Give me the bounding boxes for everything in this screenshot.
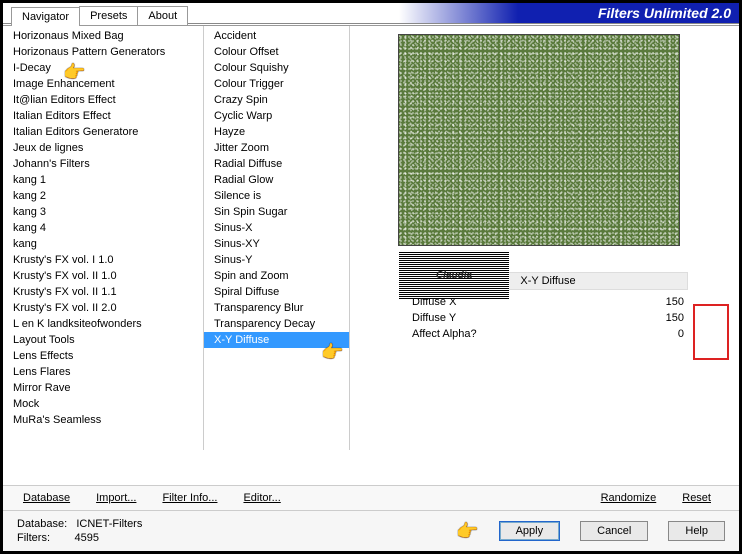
- list-item[interactable]: Accident: [204, 28, 349, 44]
- list-item[interactable]: Radial Glow: [204, 172, 349, 188]
- claudia-badge: Claudia: [399, 251, 509, 299]
- list-item[interactable]: Cyclic Warp: [204, 108, 349, 124]
- list-item[interactable]: Krusty's FX vol. II 2.0: [3, 300, 203, 316]
- list-item[interactable]: Spin and Zoom: [204, 268, 349, 284]
- db-value: ICNET-Filters: [76, 518, 142, 530]
- help-button[interactable]: Help: [668, 521, 725, 541]
- import-link[interactable]: Import...: [96, 492, 136, 504]
- list-item[interactable]: Jeux de lignes: [3, 140, 203, 156]
- preview-image: [398, 34, 680, 246]
- highlight-box: [693, 304, 729, 360]
- list-item[interactable]: kang 2: [3, 188, 203, 204]
- tab-navigator[interactable]: Navigator: [11, 7, 80, 26]
- filter-list[interactable]: AccidentColour OffsetColour SquishyColou…: [204, 26, 350, 450]
- toolbar-links: Database Import... Filter Info... Editor…: [3, 485, 739, 510]
- db-label: Database:: [17, 518, 67, 530]
- list-item[interactable]: Lens Effects: [3, 348, 203, 364]
- list-item[interactable]: Mock: [3, 396, 203, 412]
- list-item[interactable]: kang: [3, 236, 203, 252]
- main-content: Horizonaus Mixed BagHorizonaus Pattern G…: [3, 25, 739, 485]
- param-value: 0: [678, 328, 684, 340]
- category-list[interactable]: Horizonaus Mixed BagHorizonaus Pattern G…: [3, 26, 204, 450]
- list-item[interactable]: Sinus-XY: [204, 236, 349, 252]
- list-item[interactable]: Jitter Zoom: [204, 140, 349, 156]
- list-item[interactable]: Italian Editors Effect: [3, 108, 203, 124]
- list-item[interactable]: kang 3: [3, 204, 203, 220]
- list-item[interactable]: Image Enhancement: [3, 76, 203, 92]
- dialog-window: Filters Unlimited 2.0 Navigator Presets …: [3, 3, 739, 551]
- param-row[interactable]: Affect Alpha? 0: [408, 326, 688, 342]
- list-item[interactable]: Lens Flares: [3, 364, 203, 380]
- preview-noise: [399, 35, 679, 245]
- list-item[interactable]: Colour Trigger: [204, 76, 349, 92]
- list-item[interactable]: Johann's Filters: [3, 156, 203, 172]
- list-item[interactable]: Colour Squishy: [204, 60, 349, 76]
- pointer-icon: 👉: [63, 62, 85, 83]
- list-item[interactable]: MuRa's Seamless: [3, 412, 203, 428]
- list-item[interactable]: It@lian Editors Effect: [3, 92, 203, 108]
- filters-count-value: 4595: [74, 532, 98, 544]
- list-item[interactable]: Transparency Blur: [204, 300, 349, 316]
- pointer-icon: 👉: [321, 342, 343, 363]
- list-item[interactable]: L en K landksiteofwonders: [3, 316, 203, 332]
- tab-presets[interactable]: Presets: [79, 6, 138, 25]
- param-value: 150: [666, 312, 684, 324]
- list-item[interactable]: Radial Diffuse: [204, 156, 349, 172]
- list-item[interactable]: Sinus-Y: [204, 252, 349, 268]
- reset-link[interactable]: Reset: [682, 492, 711, 504]
- param-value: 150: [666, 296, 684, 308]
- list-item[interactable]: Hayze: [204, 124, 349, 140]
- footer: Database: ICNET-Filters Filters: 4595 👉 …: [3, 510, 739, 551]
- cancel-button[interactable]: Cancel: [580, 521, 648, 541]
- list-item[interactable]: I-Decay: [3, 60, 203, 76]
- pointer-icon: 👉: [456, 521, 478, 542]
- list-item[interactable]: Krusty's FX vol. II 1.0: [3, 268, 203, 284]
- list-item[interactable]: Krusty's FX vol. I 1.0: [3, 252, 203, 268]
- list-item[interactable]: Spiral Diffuse: [204, 284, 349, 300]
- list-item[interactable]: Silence is: [204, 188, 349, 204]
- list-item[interactable]: Horizonaus Mixed Bag: [3, 28, 203, 44]
- list-item[interactable]: Krusty's FX vol. II 1.1: [3, 284, 203, 300]
- list-item[interactable]: Transparency Decay: [204, 316, 349, 332]
- list-item[interactable]: Mirror Rave: [3, 380, 203, 396]
- list-item[interactable]: Crazy Spin: [204, 92, 349, 108]
- list-item[interactable]: kang 4: [3, 220, 203, 236]
- apply-button[interactable]: Apply: [499, 521, 561, 541]
- filter-info-link[interactable]: Filter Info...: [162, 492, 217, 504]
- tab-about[interactable]: About: [137, 6, 188, 25]
- list-item[interactable]: Colour Offset: [204, 44, 349, 60]
- param-row[interactable]: Diffuse Y 150: [408, 310, 688, 326]
- tab-strip: Navigator Presets About: [3, 6, 739, 25]
- list-item[interactable]: kang 1: [3, 172, 203, 188]
- meta-info: Database: ICNET-Filters Filters: 4595: [17, 517, 142, 545]
- editor-link[interactable]: Editor...: [243, 492, 280, 504]
- database-link[interactable]: Database: [23, 492, 70, 504]
- list-item[interactable]: Italian Editors Generatore: [3, 124, 203, 140]
- filters-count-label: Filters:: [17, 532, 50, 544]
- randomize-link[interactable]: Randomize: [601, 492, 657, 504]
- list-item[interactable]: Horizonaus Pattern Generators: [3, 44, 203, 60]
- param-label: Diffuse Y: [412, 312, 456, 324]
- list-item[interactable]: Sin Spin Sugar: [204, 204, 349, 220]
- list-item[interactable]: Sinus-X: [204, 220, 349, 236]
- param-label: Affect Alpha?: [412, 328, 477, 340]
- list-item[interactable]: Layout Tools: [3, 332, 203, 348]
